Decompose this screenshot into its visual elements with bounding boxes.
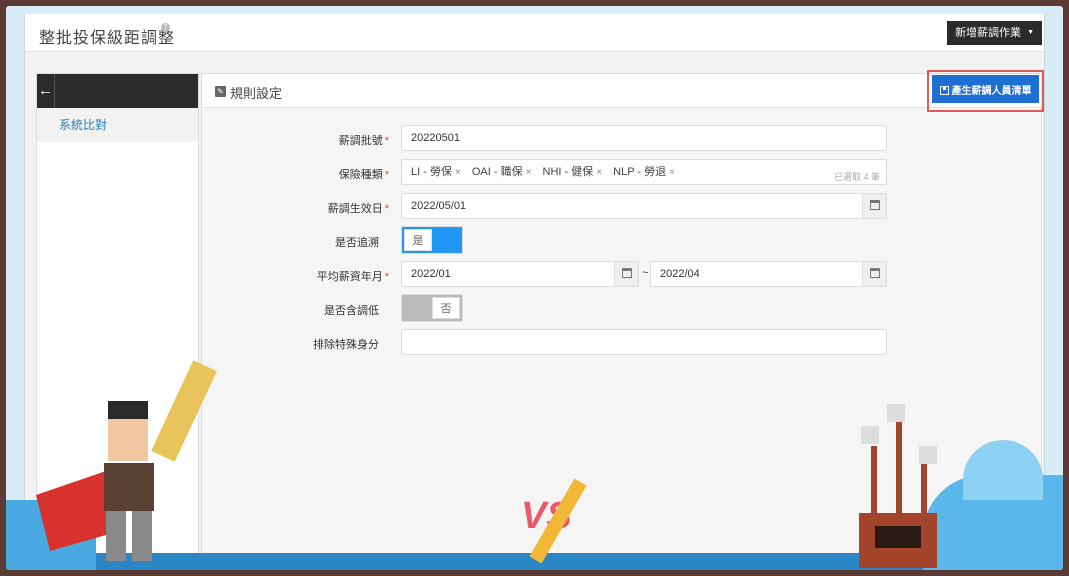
tag-li: LI - 勞保 ×	[411, 160, 461, 185]
edit-icon: ✎	[215, 86, 226, 97]
screenshot-frame: 整批投保級距調整 ? 新增薪調作業 ▼ ← 系統比對 ✎ 規則設定 產生薪調人員清…	[6, 6, 1063, 570]
panel-header: ✎ 規則設定 產生薪調人員清單	[202, 70, 1044, 112]
selected-count: 已選取 4 筆	[833, 172, 880, 182]
row-insurance-type: 保險種類 *	[202, 159, 389, 185]
avg-salary-from-value: 2022/01	[411, 268, 451, 280]
tag-nhi: NHI - 健保 ×	[543, 160, 603, 185]
retroactive-toggle-state: 是	[404, 229, 432, 251]
effective-date-label: 薪調生效日 *	[328, 200, 389, 216]
remove-tag-icon[interactable]: ×	[526, 167, 532, 178]
monster-tentacle	[921, 461, 927, 516]
generate-list-label: 產生薪調人員清單	[951, 85, 1032, 97]
monster-eye	[887, 404, 905, 422]
hero-leg-left	[106, 511, 126, 561]
tag-oai-label: OAI - 職保	[471, 166, 523, 178]
batch-no-input[interactable]: 20220501	[401, 125, 887, 151]
effective-date-label-text: 薪調生效日	[327, 203, 383, 215]
help-icon[interactable]: ?	[161, 23, 170, 32]
tag-oai: OAI - 職保 ×	[472, 160, 532, 185]
insurance-type-multiselect[interactable]: LI - 勞保 × OAI - 職保 × NHI - 健保 × NLP - 勞退 × 已…	[401, 159, 887, 185]
exclude-identity-input[interactable]	[401, 329, 887, 355]
tag-nlp-label: NLP - 勞退	[613, 166, 667, 178]
retroactive-toggle[interactable]: 是	[401, 226, 463, 254]
row-include-lower: 是否含調低	[202, 295, 379, 321]
insurance-type-label: 保險種類 *	[339, 166, 389, 182]
back-arrow-icon[interactable]: ←	[37, 74, 55, 108]
hero-leg-right	[132, 511, 152, 561]
calendar-icon	[870, 268, 880, 278]
include-lower-toggle-state: 否	[432, 297, 460, 319]
avg-salary-to-value: 2022/04	[660, 268, 700, 280]
tag-li-label: LI - 勞保	[411, 166, 452, 178]
new-salary-adjustment-label: 新增薪調作業	[955, 27, 1022, 39]
sidebar-header: ←	[37, 74, 198, 108]
pixel-hero-decoration	[36, 360, 226, 570]
batch-no-label-text: 薪調批號	[338, 135, 383, 147]
row-effective-date: 薪調生效日 *	[202, 193, 389, 219]
exclude-identity-label: 排除特殊身分	[313, 339, 379, 351]
new-salary-adjustment-button[interactable]: 新增薪調作業 ▼	[947, 21, 1042, 45]
row-retroactive: 是否追溯	[202, 227, 379, 253]
effective-date-input[interactable]: 2022/05/01	[401, 193, 887, 219]
calendar-button[interactable]	[862, 194, 886, 218]
tag-nlp: NLP - 勞退 ×	[613, 160, 675, 185]
remove-tag-icon[interactable]: ×	[455, 167, 461, 178]
avg-salary-from-input[interactable]: 2022/01	[401, 261, 639, 287]
include-lower-label: 是否含調低	[324, 305, 379, 317]
range-separator: ~	[642, 267, 649, 279]
top-bar: 整批投保級距調整 ? 新增薪調作業 ▼	[25, 14, 1044, 52]
monster-tentacle	[896, 421, 902, 516]
calendar-button[interactable]	[614, 262, 638, 286]
insurance-type-label-text: 保險種類	[338, 169, 383, 181]
row-avg-salary-month: 平均薪資年月 *	[202, 261, 389, 287]
effective-date-value: 2022/05/01	[411, 200, 467, 212]
pixel-monster-decoration	[851, 401, 951, 570]
monster-eye	[861, 426, 879, 444]
tag-nhi-label: NHI - 健保	[542, 166, 594, 178]
monster-eye	[919, 446, 937, 464]
calendar-icon	[870, 200, 880, 210]
avg-salary-month-label: 平均薪資年月 *	[317, 268, 389, 284]
avg-salary-to-input[interactable]: 2022/04	[650, 261, 887, 287]
required-mark: *	[384, 203, 389, 215]
calendar-icon	[622, 268, 632, 278]
monster-mouth	[875, 526, 921, 548]
row-exclude-identity: 排除特殊身分	[202, 329, 379, 355]
sidebar-item-system-compare[interactable]: 系統比對	[37, 108, 198, 142]
required-mark: *	[384, 135, 389, 147]
page-title: 整批投保級距調整	[39, 30, 176, 47]
batch-no-label: 薪調批號 *	[339, 132, 389, 148]
required-mark: *	[384, 169, 389, 181]
monster-tentacle	[871, 446, 877, 516]
remove-tag-icon[interactable]: ×	[669, 167, 675, 178]
caret-down-icon: ▼	[1027, 29, 1034, 37]
hero-hair	[108, 401, 148, 419]
calendar-button[interactable]	[862, 262, 886, 286]
remove-tag-icon[interactable]: ×	[596, 167, 602, 178]
hero-cape	[36, 471, 106, 551]
hero-face	[108, 419, 148, 461]
generate-list-button[interactable]: 產生薪調人員清單	[932, 75, 1039, 103]
retroactive-label: 是否追溯	[335, 237, 379, 249]
panel-title: 規則設定	[230, 86, 283, 101]
row-batch-no: 薪調批號 *	[202, 125, 389, 151]
required-mark: *	[384, 271, 389, 283]
avg-salary-month-label-text: 平均薪資年月	[316, 271, 383, 283]
include-lower-toggle[interactable]: 否	[401, 294, 463, 322]
highlight-box: 產生薪調人員清單	[927, 70, 1044, 112]
save-icon	[939, 85, 949, 95]
hero-body	[104, 463, 154, 511]
